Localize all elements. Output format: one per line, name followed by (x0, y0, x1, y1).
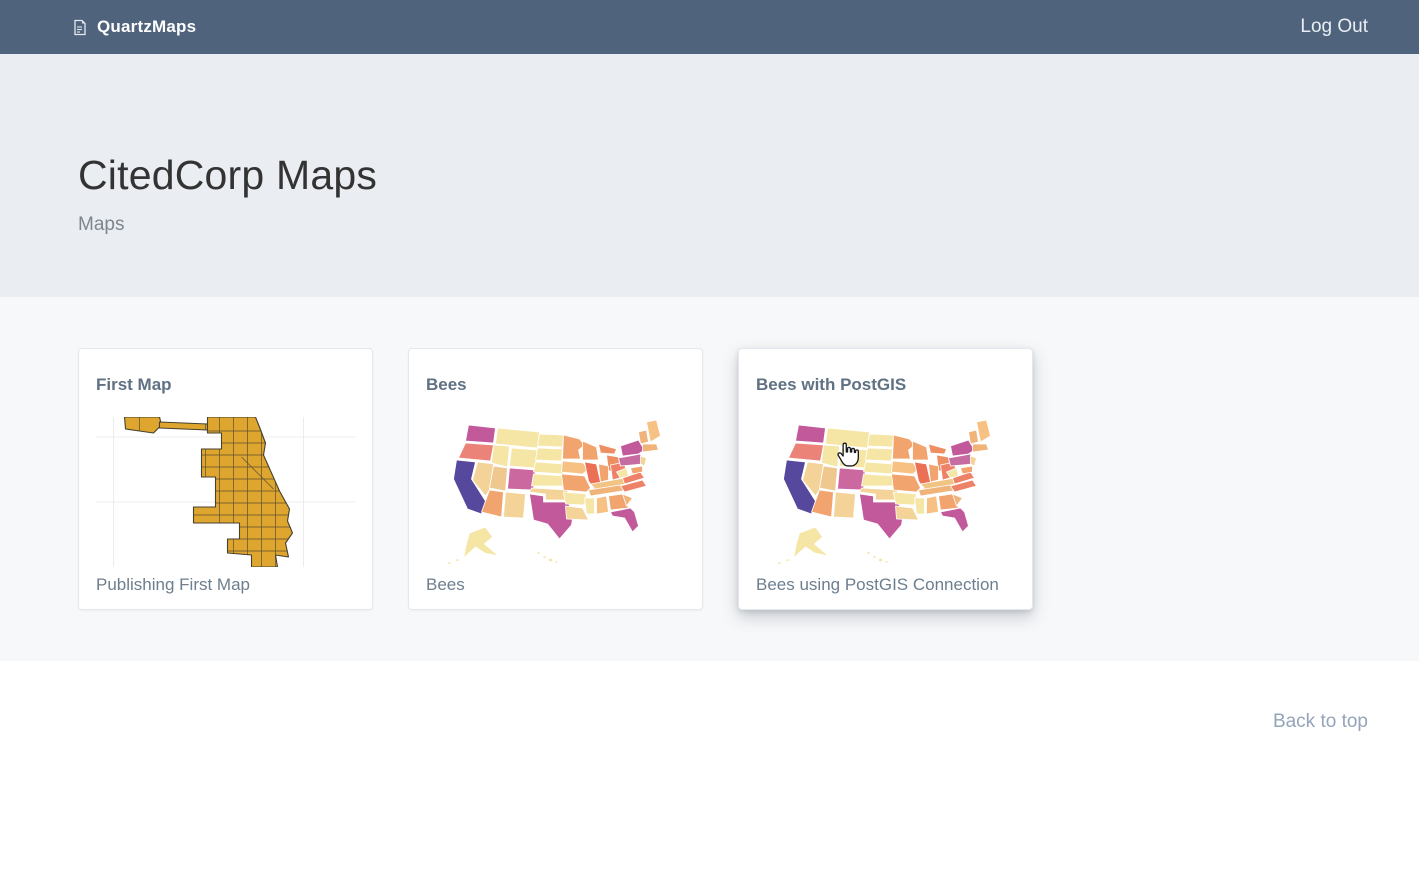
card-title: First Map (96, 375, 356, 395)
card-title: Bees (426, 375, 686, 395)
logout-link[interactable]: Log Out (1300, 16, 1368, 38)
card-title: Bees with PostGIS (756, 375, 1016, 395)
maps-section: First Map Publishing First Map Bees Bees… (0, 297, 1419, 661)
us-choropleth-thumbnail (755, 417, 1016, 567)
page-title: CitedCorp Maps (78, 152, 1419, 199)
card-description: Bees using PostGIS Connection (756, 575, 999, 595)
map-card-first-map[interactable]: First Map Publishing First Map (78, 348, 373, 610)
brand-title: QuartzMaps (97, 17, 196, 37)
back-to-top-link[interactable]: Back to top (1273, 711, 1368, 732)
map-card-bees[interactable]: Bees Bees (408, 348, 703, 610)
document-icon (72, 19, 88, 36)
page-footer: Back to top (0, 661, 1419, 879)
app-header: QuartzMaps Log Out (0, 0, 1419, 54)
chicago-map-thumbnail (95, 417, 356, 567)
card-description: Publishing First Map (96, 575, 250, 595)
hero-section: CitedCorp Maps Maps (0, 54, 1419, 297)
page-subtitle: Maps (78, 214, 1419, 236)
card-description: Bees (426, 575, 465, 595)
map-card-bees-postgis[interactable]: Bees with PostGIS Bees using PostGIS Con… (738, 348, 1033, 610)
us-choropleth-thumbnail (425, 417, 686, 567)
brand[interactable]: QuartzMaps (72, 17, 196, 37)
